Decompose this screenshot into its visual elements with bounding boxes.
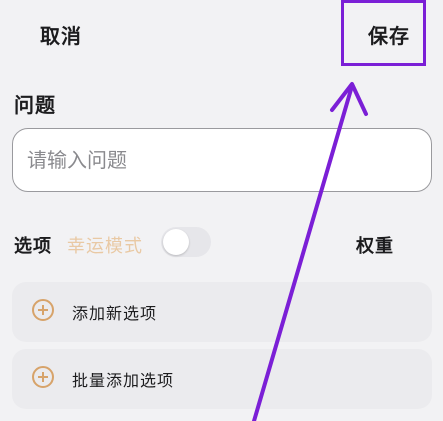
arrow-head (330, 82, 368, 116)
plus-circle-icon (32, 299, 54, 321)
options-label: 选项 (14, 236, 52, 257)
question-input[interactable] (12, 128, 432, 192)
plus-circle-icon (32, 366, 54, 388)
add-option-label: 添加新选项 (72, 304, 158, 323)
toggle-knob (163, 229, 189, 255)
lucky-mode-toggle[interactable] (161, 227, 211, 257)
add-option-button[interactable]: 添加新选项 (12, 282, 432, 342)
bulk-add-label: 批量添加选项 (72, 371, 175, 390)
lucky-mode-label: 幸运模式 (67, 236, 143, 257)
save-button[interactable]: 保存 (368, 20, 410, 49)
cancel-button[interactable]: 取消 (40, 20, 82, 49)
bulk-add-options-button[interactable]: 批量添加选项 (12, 349, 432, 409)
weight-label: 权重 (356, 236, 394, 257)
question-section-label: 问题 (14, 93, 56, 117)
